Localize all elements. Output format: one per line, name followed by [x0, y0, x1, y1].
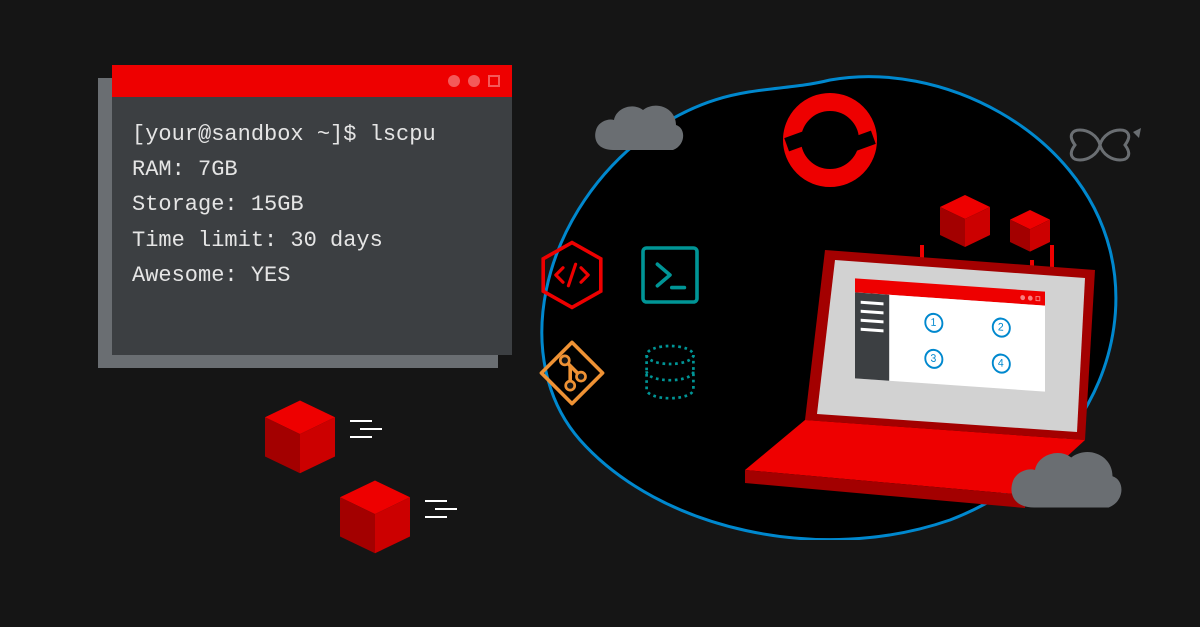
terminal-output-line: Time limit: 30 days	[132, 223, 492, 258]
code-icon	[536, 239, 608, 311]
laptop-screen-window: 1 2 3 4	[855, 278, 1045, 391]
number-badge-3: 3	[924, 348, 943, 369]
terminal-body: [your@sandbox ~]$ lscpu RAM: 7GB Storage…	[112, 97, 512, 355]
motion-lines	[425, 500, 457, 518]
mini-content: 1 2 3 4	[889, 295, 1045, 392]
git-icon	[536, 337, 608, 409]
cloud-icon	[1000, 445, 1130, 520]
number-badge-1: 1	[924, 312, 943, 333]
openshift-logo-icon	[780, 90, 880, 190]
terminal-output-line: Awesome: YES	[132, 258, 492, 293]
cloud-icon	[588, 100, 688, 160]
motion-lines	[350, 420, 382, 438]
technology-icons	[532, 235, 710, 413]
close-icon	[488, 75, 500, 87]
cube-icon	[265, 400, 335, 478]
terminal-titlebar	[112, 65, 512, 97]
minimize-icon	[448, 75, 460, 87]
mini-sidebar	[855, 292, 889, 380]
terminal-output-line: Storage: 15GB	[132, 187, 492, 222]
terminal-window: [your@sandbox ~]$ lscpu RAM: 7GB Storage…	[112, 65, 512, 355]
terminal-prompt-icon	[634, 239, 706, 311]
maximize-icon	[468, 75, 480, 87]
terminal-prompt: [your@sandbox ~]$ lscpu	[132, 117, 492, 152]
infinity-loop-icon	[1055, 120, 1145, 170]
terminal-output-line: RAM: 7GB	[132, 152, 492, 187]
number-badge-2: 2	[991, 317, 1010, 338]
cube-icon	[340, 480, 410, 558]
database-icon	[634, 337, 706, 409]
number-badge-4: 4	[991, 353, 1010, 374]
